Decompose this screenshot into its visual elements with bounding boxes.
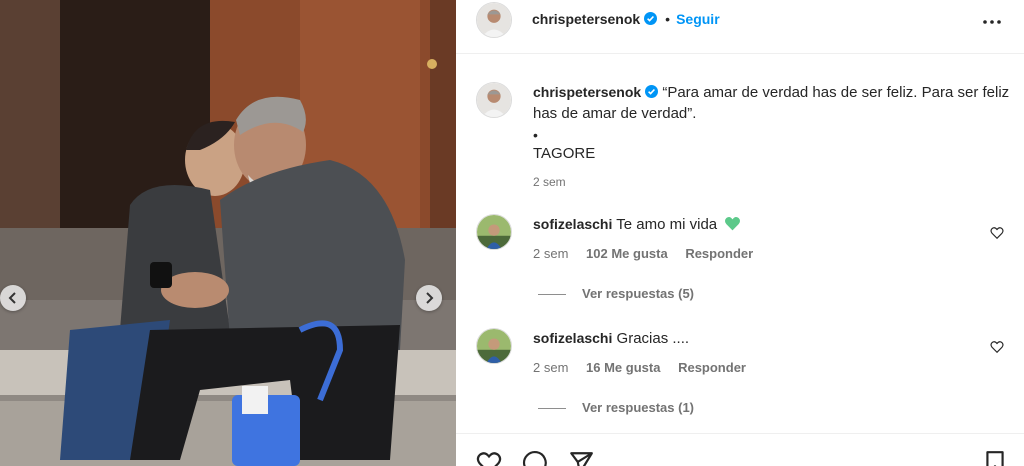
- comment-meta: 2 sem 102 Me gusta Responder: [533, 246, 767, 261]
- share-icon[interactable]: [568, 450, 594, 466]
- view-replies-label: Ver respuestas (1): [582, 400, 695, 415]
- avatar-image: [477, 3, 511, 37]
- comment-text: Te amo mi vida: [616, 216, 718, 233]
- next-photo-button[interactable]: [416, 285, 442, 311]
- caption-username[interactable]: chrispetersenok: [533, 84, 641, 100]
- comment: sofizelaschi Gracias .... 2 sem 16 Me gu…: [476, 328, 1016, 428]
- verified-badge-icon: [644, 12, 658, 25]
- post-action-bar: [456, 433, 1024, 466]
- comment-icon[interactable]: [522, 450, 548, 466]
- comment-username[interactable]: sofizelaschi: [533, 216, 612, 232]
- comment-time[interactable]: 2 sem: [533, 246, 568, 261]
- separator: •: [665, 11, 671, 27]
- caption-bullet: •: [533, 127, 538, 143]
- avatar-image: [477, 329, 511, 363]
- comment-likes[interactable]: 16 Me gusta: [586, 360, 660, 375]
- avatar-image: [477, 83, 511, 117]
- header-meta: chrispetersenok • Seguir: [532, 11, 720, 29]
- like-comment-icon[interactable]: [990, 340, 1004, 354]
- comment-likes[interactable]: 102 Me gusta: [586, 246, 668, 261]
- like-comment-icon[interactable]: [990, 226, 1004, 240]
- view-replies-button[interactable]: Ver respuestas (5): [538, 286, 694, 301]
- comment-text: Gracias ....: [616, 330, 690, 347]
- more-options-icon[interactable]: [980, 10, 1004, 34]
- chevron-left-icon: [8, 292, 16, 304]
- caption-author: TAGORE: [533, 145, 596, 162]
- caption-avatar[interactable]: [476, 82, 512, 118]
- post-header: chrispetersenok • Seguir: [456, 0, 1024, 54]
- green-heart-icon: [725, 216, 741, 231]
- author-avatar[interactable]: [476, 2, 512, 38]
- view-replies-button[interactable]: Ver respuestas (1): [538, 400, 694, 415]
- replies-divider: [538, 294, 566, 296]
- view-replies-label: Ver respuestas (5): [582, 286, 695, 301]
- commenter-avatar[interactable]: [476, 328, 512, 364]
- replies-divider: [538, 408, 566, 410]
- avatar-image: [477, 215, 511, 249]
- follow-button[interactable]: Seguir: [676, 11, 720, 27]
- comment: sofizelaschi Te amo mi vida 2 sem 102 Me…: [476, 214, 1016, 314]
- author-username[interactable]: chrispetersenok: [532, 11, 640, 27]
- commenter-avatar[interactable]: [476, 214, 512, 250]
- comment-time[interactable]: 2 sem: [533, 360, 568, 375]
- reply-button[interactable]: Responder: [678, 360, 746, 375]
- comment-text-line: sofizelaschi Te amo mi vida: [533, 216, 741, 233]
- caption-text-block: chrispetersenok “Para amar de verdad has…: [533, 82, 1013, 193]
- comment-username[interactable]: sofizelaschi: [533, 330, 612, 346]
- verified-badge-icon: [645, 85, 659, 98]
- save-icon[interactable]: [982, 450, 1008, 466]
- couple-photo: [0, 0, 456, 466]
- like-heart-icon[interactable]: [476, 450, 502, 466]
- chevron-right-icon: [426, 292, 434, 304]
- comment-meta: 2 sem 16 Me gusta Responder: [533, 360, 760, 375]
- previous-photo-button[interactable]: [0, 285, 26, 311]
- post-side-panel: chrispetersenok • Seguir chrispetersenok “…: [456, 0, 1024, 466]
- reply-button[interactable]: Responder: [685, 246, 753, 261]
- caption-time[interactable]: 2 sem: [533, 172, 1013, 193]
- comment-text-line: sofizelaschi Gracias ....: [533, 330, 689, 347]
- post-photo: [0, 0, 456, 466]
